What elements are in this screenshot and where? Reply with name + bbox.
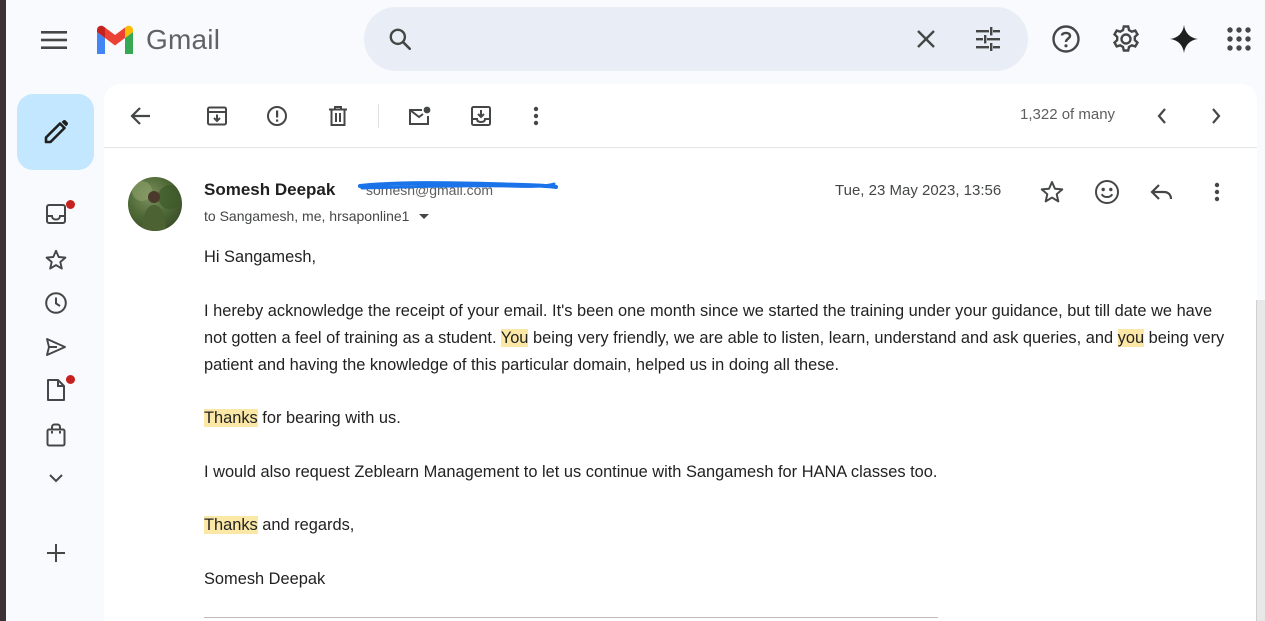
star-message-button[interactable]	[1034, 174, 1070, 210]
caret-down-icon	[419, 214, 430, 219]
message-more-button[interactable]	[1199, 174, 1235, 210]
gmail-logo[interactable]: Gmail	[94, 20, 220, 60]
settings-button[interactable]	[1106, 19, 1146, 59]
create-label-button[interactable]	[38, 535, 74, 571]
redaction-scribble	[358, 181, 558, 190]
search-highlight: You	[500, 328, 529, 347]
plus-icon	[47, 544, 65, 562]
chevron-right-icon	[1212, 108, 1221, 124]
search-highlight: you	[1117, 328, 1145, 347]
gmail-m-icon	[97, 25, 133, 54]
message-date: Tue, 23 May 2023, 13:56	[835, 182, 1002, 199]
move-to-inbox-icon	[471, 106, 491, 126]
reply-icon	[1150, 184, 1173, 200]
settings-icon	[1112, 25, 1140, 52]
message-toolbar: 1,322 of many	[104, 84, 1257, 148]
star-icon	[45, 249, 67, 270]
sidebar-more-button[interactable]	[38, 460, 74, 496]
search-highlight: Thanks	[204, 516, 258, 534]
sidebar-item-starred[interactable]	[38, 242, 74, 278]
back-button[interactable]	[121, 96, 161, 136]
send-icon	[46, 338, 66, 356]
spam-icon	[267, 106, 287, 126]
greeting: Hi Sangamesh,	[204, 248, 317, 266]
close-icon	[917, 30, 935, 48]
message-panel: 1,322 of many Somesh Deepak somesh@gmail…	[104, 84, 1257, 621]
mark-unread-icon	[409, 106, 431, 125]
pencil-icon	[44, 120, 68, 144]
help-button[interactable]	[1046, 19, 1086, 59]
sidebar-item-inbox[interactable]	[38, 196, 75, 232]
message-body: Hi Sangamesh, I hereby acknowledge the r…	[204, 244, 1239, 619]
search-options-button[interactable]	[972, 23, 1004, 55]
recipients-line[interactable]: to Sangamesh, me, hrsaponline1	[204, 208, 435, 224]
clock-icon	[45, 292, 67, 314]
emoji-icon	[1095, 180, 1119, 204]
help-icon	[1052, 25, 1080, 53]
p4-text: and regards,	[257, 516, 355, 534]
search-input[interactable]	[434, 25, 894, 53]
main-menu-button[interactable]	[34, 20, 74, 60]
archive-icon	[207, 106, 227, 126]
sidebar-item-drafts[interactable]	[38, 372, 75, 408]
archive-button[interactable]	[197, 96, 237, 136]
toolbar-divider	[378, 104, 379, 128]
search-button[interactable]	[384, 23, 416, 55]
chevron-left-icon	[1157, 108, 1166, 124]
delete-button[interactable]	[318, 96, 358, 136]
window-edge	[0, 0, 6, 621]
gemini-icon	[1170, 25, 1198, 53]
add-reaction-button[interactable]	[1089, 174, 1125, 210]
gemini-button[interactable]	[1164, 19, 1204, 59]
top-header: Gmail	[6, 0, 1265, 80]
message-counter: 1,322 of many	[1020, 106, 1116, 123]
arrow-left-icon	[130, 107, 150, 125]
report-spam-button[interactable]	[257, 96, 297, 136]
shopping-bag-icon	[46, 423, 66, 447]
chevron-down-icon	[49, 474, 63, 483]
body-paragraph-3: I would also request Zeblearn Management…	[204, 462, 938, 481]
sidebar-item-snoozed[interactable]	[38, 285, 74, 321]
drafts-badge	[66, 375, 75, 384]
avatar-photo-icon	[132, 181, 182, 231]
sidebar-item-purchases[interactable]	[38, 417, 74, 453]
search-bar[interactable]	[364, 7, 1028, 71]
clear-search-button[interactable]	[910, 23, 942, 55]
p2-text: for bearing with us.	[257, 409, 401, 427]
trash-icon	[329, 106, 347, 126]
apps-icon	[1227, 27, 1251, 51]
more-vert-icon	[1214, 182, 1220, 202]
body-paragraph-4: Thanks and regards,	[204, 512, 1239, 539]
draft-icon	[47, 379, 65, 401]
tune-icon	[976, 27, 1000, 51]
more-actions-button[interactable]	[516, 96, 556, 136]
mark-unread-button[interactable]	[400, 96, 440, 136]
menu-icon	[41, 31, 67, 49]
search-icon	[389, 28, 412, 51]
reply-button[interactable]	[1144, 174, 1180, 210]
search-highlight: Thanks	[204, 409, 258, 427]
more-vert-icon	[533, 106, 539, 126]
sender-avatar[interactable]	[128, 177, 182, 231]
unread-badge	[66, 200, 75, 209]
apps-button[interactable]	[1219, 19, 1259, 59]
body-paragraph-2: Thanks for bearing with us.	[204, 405, 1239, 432]
body-paragraph-1: I hereby acknowledge the receipt of your…	[204, 298, 1239, 379]
inbox-icon	[46, 204, 66, 224]
star-icon	[1040, 180, 1064, 203]
page-scrollbar[interactable]	[1256, 300, 1265, 621]
compose-button[interactable]	[17, 94, 94, 170]
p1-text-b: being very friendly, we are able to list…	[528, 328, 1118, 347]
signature-divider	[204, 617, 938, 618]
recipients-text: to Sangamesh, me, hrsaponline1	[204, 208, 410, 224]
snooze-button[interactable]	[461, 96, 501, 136]
sidebar-item-sent[interactable]	[38, 329, 74, 365]
newer-button[interactable]	[1142, 96, 1182, 136]
sender-name[interactable]: Somesh Deepak	[204, 180, 335, 200]
older-button[interactable]	[1196, 96, 1236, 136]
app-name: Gmail	[146, 24, 221, 55]
signature: Somesh Deepak	[204, 569, 326, 588]
